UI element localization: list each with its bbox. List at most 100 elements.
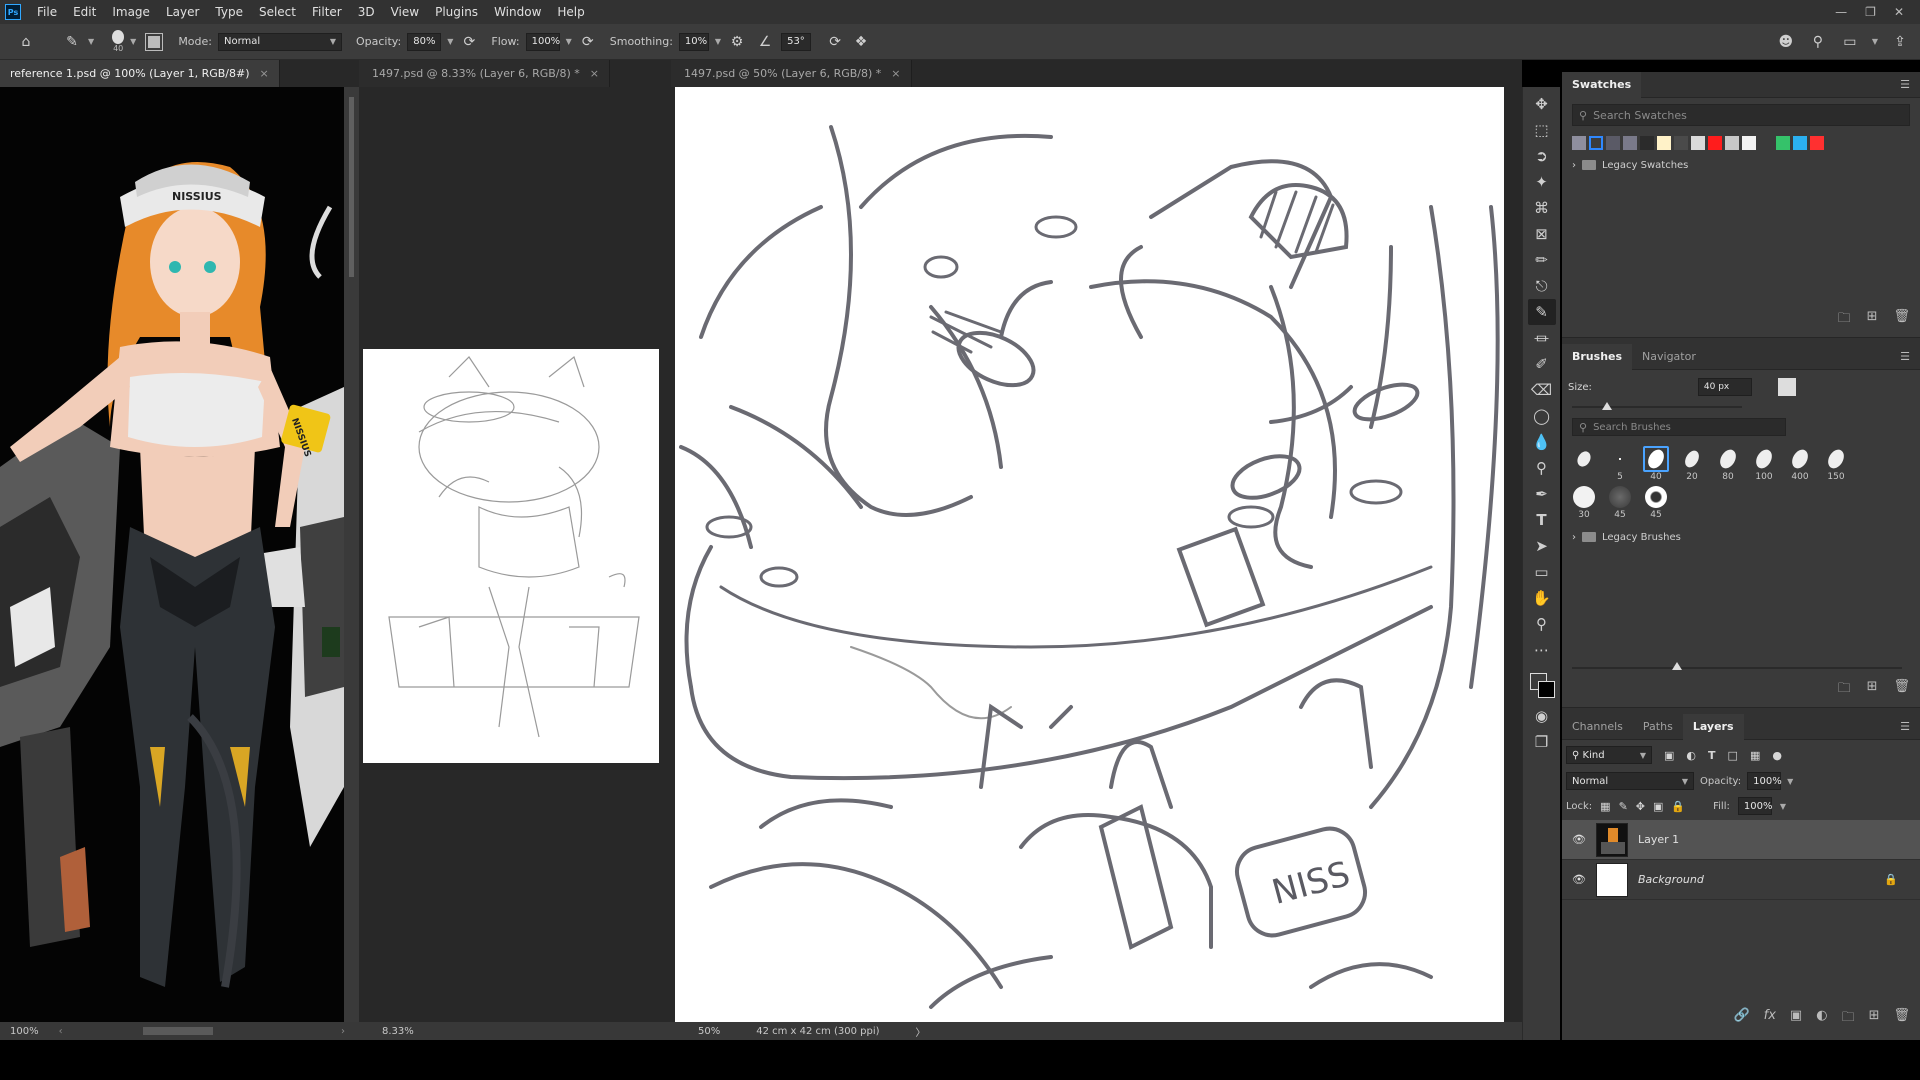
- swatch[interactable]: [1776, 136, 1790, 150]
- brush-preset[interactable]: 30: [1566, 484, 1602, 520]
- swatch[interactable]: [1572, 136, 1586, 150]
- brush-preset-icon[interactable]: [112, 30, 125, 44]
- swatch-selected[interactable]: [1589, 136, 1603, 150]
- brush-preview-slider[interactable]: [1572, 662, 1902, 670]
- lock-position-icon[interactable]: ✥: [1636, 800, 1645, 813]
- brush-preset[interactable]: 45: [1602, 484, 1638, 520]
- panel-menu-icon[interactable]: ☰: [1900, 78, 1910, 91]
- more-tools-icon[interactable]: ⋯: [1528, 637, 1556, 663]
- menu-help[interactable]: Help: [549, 5, 592, 19]
- brush-preset[interactable]: 45: [1638, 484, 1674, 520]
- brush-tool-icon[interactable]: ✎: [62, 32, 82, 52]
- pen-tool-icon[interactable]: ✒: [1528, 481, 1556, 507]
- quick-mask-icon[interactable]: ◉: [1528, 703, 1556, 729]
- brush-preset-selected[interactable]: 40: [1638, 446, 1674, 482]
- brush-preset[interactable]: 100: [1746, 446, 1782, 482]
- brush-tool-icon[interactable]: ✎: [1527, 299, 1556, 325]
- zoom-tool-icon[interactable]: ⚲: [1528, 611, 1556, 637]
- lock-pixels-icon[interactable]: ✎: [1619, 800, 1628, 813]
- hand-tool-icon[interactable]: ✋: [1528, 585, 1556, 611]
- pressure-opacity-icon[interactable]: ⟳: [459, 32, 479, 52]
- brushes-search-input[interactable]: ⚲ Search Brushes: [1572, 418, 1786, 436]
- trash-icon[interactable]: 🗑: [1893, 309, 1910, 331]
- brush-preset[interactable]: [1566, 446, 1602, 482]
- pressure-size-icon[interactable]: ⟳: [825, 32, 845, 52]
- menu-window[interactable]: Window: [486, 5, 549, 19]
- swatches-search-input[interactable]: ⚲ Search Swatches: [1572, 104, 1910, 126]
- swatch[interactable]: [1623, 136, 1637, 150]
- layer-name[interactable]: Background: [1638, 873, 1704, 886]
- chevron-down-icon[interactable]: ▼: [88, 37, 94, 46]
- mode-select[interactable]: Normal ▼: [218, 32, 342, 51]
- swatch[interactable]: [1640, 136, 1654, 150]
- layer-opacity-input[interactable]: 100%: [1747, 772, 1782, 790]
- magic-wand-icon[interactable]: ✦: [1528, 169, 1556, 195]
- eyedropper-icon[interactable]: ✏: [1528, 247, 1556, 273]
- restore-icon[interactable]: ❐: [1865, 5, 1876, 19]
- gear-icon[interactable]: ⚙: [727, 32, 747, 52]
- menu-type[interactable]: Type: [207, 5, 251, 19]
- main-canvas-document[interactable]: NISS: [671, 87, 1522, 1022]
- chevron-down-icon[interactable]: ▼: [1780, 802, 1786, 811]
- filter-toggle-icon[interactable]: ●: [1772, 749, 1782, 762]
- menu-layer[interactable]: Layer: [158, 5, 207, 19]
- link-layers-icon[interactable]: 🔗: [1733, 1008, 1749, 1030]
- tab-paths[interactable]: Paths: [1633, 714, 1683, 740]
- stamp-tool-icon[interactable]: ⏛: [1528, 325, 1556, 351]
- airbrush-icon[interactable]: ⟳: [578, 32, 598, 52]
- swatch[interactable]: [1657, 136, 1671, 150]
- frame-tool-icon[interactable]: ⊠: [1528, 221, 1556, 247]
- lasso-tool-icon[interactable]: ➲: [1528, 143, 1556, 169]
- menu-file[interactable]: File: [29, 5, 65, 19]
- pixel-filter-icon[interactable]: ▣: [1664, 749, 1674, 762]
- healing-brush-icon[interactable]: ⎋: [1528, 273, 1556, 299]
- tab-reference[interactable]: reference 1.psd @ 100% (Layer 1, RGB/8#)…: [0, 60, 280, 87]
- trash-icon[interactable]: 🗑: [1893, 1008, 1910, 1030]
- tab-main-canvas[interactable]: 1497.psd @ 50% (Layer 6, RGB/8) * ×: [671, 60, 912, 87]
- tab-channels[interactable]: Channels: [1562, 714, 1633, 740]
- lock-all-icon[interactable]: 🔒: [1671, 800, 1685, 813]
- dodge-tool-icon[interactable]: ⚲: [1528, 455, 1556, 481]
- swatch[interactable]: [1742, 136, 1756, 150]
- chevron-down-icon[interactable]: ▼: [447, 37, 453, 46]
- chevron-down-icon[interactable]: ▼: [1872, 37, 1878, 46]
- status-menu-arrow[interactable]: 〉: [916, 1024, 926, 1039]
- opacity-input[interactable]: 80%: [407, 32, 442, 51]
- layer-style-icon[interactable]: fx: [1764, 1008, 1776, 1030]
- adjustment-layer-icon[interactable]: ◐: [1816, 1008, 1827, 1030]
- layer-row[interactable]: 👁 Background 🔒: [1562, 860, 1920, 900]
- brush-preset[interactable]: 20: [1674, 446, 1710, 482]
- scroll-thumb[interactable]: [349, 97, 354, 277]
- swatch[interactable]: [1810, 136, 1824, 150]
- close-window-icon[interactable]: ✕: [1894, 5, 1904, 19]
- move-tool-icon[interactable]: ✥: [1528, 91, 1556, 117]
- overview-document[interactable]: [359, 87, 671, 1022]
- share-icon[interactable]: ⇪: [1890, 32, 1910, 52]
- screen-mode-icon[interactable]: ❐: [1528, 729, 1556, 755]
- symmetry-icon[interactable]: ❖: [851, 32, 871, 52]
- shape-tool-icon[interactable]: ▭: [1528, 559, 1556, 585]
- chevron-down-icon[interactable]: ▼: [566, 37, 572, 46]
- blend-mode-select[interactable]: Normal ▼: [1566, 772, 1694, 790]
- menu-3d[interactable]: 3D: [350, 5, 383, 19]
- new-group-icon[interactable]: 🗀: [1838, 679, 1851, 701]
- menu-edit[interactable]: Edit: [65, 5, 104, 19]
- new-brush-icon[interactable]: ⊞: [1867, 679, 1878, 701]
- search-icon[interactable]: ⚲: [1808, 32, 1828, 52]
- chevron-right-icon[interactable]: ›: [341, 1026, 345, 1037]
- chevron-down-icon[interactable]: ▼: [715, 37, 721, 46]
- home-icon[interactable]: ⌂: [16, 32, 36, 52]
- marquee-tool-icon[interactable]: ⬚: [1528, 117, 1556, 143]
- menu-select[interactable]: Select: [251, 5, 304, 19]
- type-filter-icon[interactable]: T: [1708, 749, 1716, 762]
- menu-image[interactable]: Image: [104, 5, 158, 19]
- crop-tool-icon[interactable]: ⌘: [1528, 195, 1556, 221]
- menu-view[interactable]: View: [383, 5, 427, 19]
- tab-swatches[interactable]: Swatches: [1562, 71, 1642, 98]
- swatch[interactable]: [1606, 136, 1620, 150]
- flow-input[interactable]: 100%: [525, 32, 560, 51]
- blur-tool-icon[interactable]: 💧: [1528, 429, 1556, 455]
- fill-input[interactable]: 100%: [1737, 797, 1772, 815]
- chevron-down-icon[interactable]: ▼: [130, 37, 136, 46]
- legacy-brushes-group[interactable]: › Legacy Brushes: [1562, 526, 1920, 548]
